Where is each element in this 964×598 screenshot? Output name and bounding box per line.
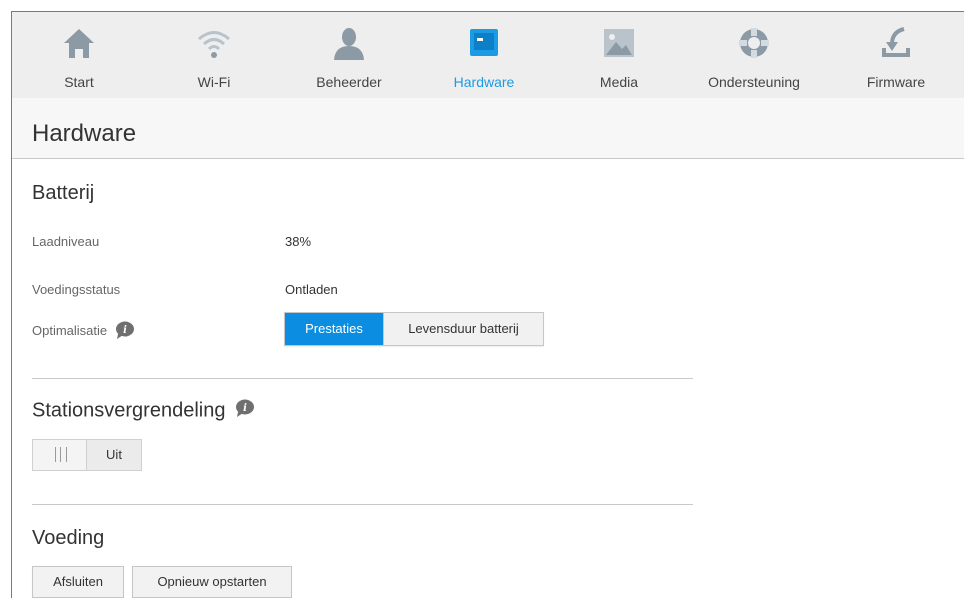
svg-text:i: i bbox=[123, 325, 127, 336]
media-icon bbox=[601, 26, 637, 60]
nav-label-firmware: Firmware bbox=[866, 74, 926, 90]
performance-option-button[interactable]: Prestaties bbox=[285, 313, 383, 345]
nav-label-ondersteuning: Ondersteuning bbox=[708, 74, 800, 90]
power-section-title: Voeding bbox=[32, 527, 105, 549]
nav-item-hardware[interactable]: Hardware bbox=[424, 12, 544, 98]
section-divider bbox=[32, 504, 693, 505]
info-icon[interactable]: i bbox=[235, 399, 255, 423]
optimization-label-row: Optimalisatie i bbox=[32, 321, 135, 342]
nav-label-beheerder: Beheerder bbox=[316, 74, 382, 90]
power-status-value: Ontladen bbox=[285, 282, 338, 297]
nav-item-firmware[interactable]: Firmware bbox=[836, 12, 956, 98]
shutdown-button[interactable]: Afsluiten bbox=[32, 566, 124, 598]
nav-item-ondersteuning[interactable]: Ondersteuning bbox=[694, 12, 814, 98]
nav-item-start[interactable]: Start bbox=[19, 12, 139, 98]
grip-icon bbox=[55, 447, 67, 462]
nav-label-media: Media bbox=[599, 74, 639, 90]
user-icon bbox=[331, 26, 367, 60]
section-divider bbox=[32, 378, 693, 379]
page-title: Hardware bbox=[32, 120, 137, 147]
firmware-icon bbox=[878, 26, 914, 60]
wifi-icon bbox=[196, 26, 232, 60]
hardware-icon bbox=[466, 26, 502, 60]
charge-level-value: 38% bbox=[285, 234, 312, 249]
drive-lock-section-title: Stationsvergrendeling bbox=[32, 399, 226, 422]
toggle-handle[interactable] bbox=[33, 440, 87, 470]
nav-label-wifi: Wi-Fi bbox=[197, 74, 231, 90]
top-navigation: Start Wi-Fi Beheerder Hardware Media Ond… bbox=[12, 12, 964, 98]
battery-life-option-button[interactable]: Levensduur batterij bbox=[383, 313, 543, 345]
svg-text:i: i bbox=[243, 403, 247, 414]
page-title-bar: Hardware bbox=[12, 98, 964, 159]
lifebuoy-icon bbox=[736, 26, 772, 60]
power-status-label: Voedingsstatus bbox=[32, 282, 121, 297]
nav-label-hardware: Hardware bbox=[453, 74, 515, 90]
toggle-state-label: Uit bbox=[87, 440, 141, 470]
charge-level-label: Laadniveau bbox=[32, 234, 100, 249]
nav-item-wifi[interactable]: Wi-Fi bbox=[154, 12, 274, 98]
app-frame: Start Wi-Fi Beheerder Hardware Media Ond… bbox=[11, 11, 964, 598]
optimization-segmented-control: Prestaties Levensduur batterij bbox=[284, 312, 544, 346]
nav-label-start: Start bbox=[64, 74, 94, 90]
nav-item-media[interactable]: Media bbox=[559, 12, 679, 98]
optimization-label: Optimalisatie bbox=[32, 322, 108, 338]
drive-lock-toggle[interactable]: Uit bbox=[32, 439, 142, 471]
restart-button[interactable]: Opnieuw opstarten bbox=[132, 566, 292, 598]
nav-item-beheerder[interactable]: Beheerder bbox=[289, 12, 409, 98]
info-icon[interactable]: i bbox=[115, 321, 135, 342]
battery-section-title: Batterij bbox=[32, 182, 95, 204]
home-icon bbox=[61, 26, 97, 60]
drive-lock-title-row: Stationsvergrendeling i bbox=[32, 399, 255, 423]
